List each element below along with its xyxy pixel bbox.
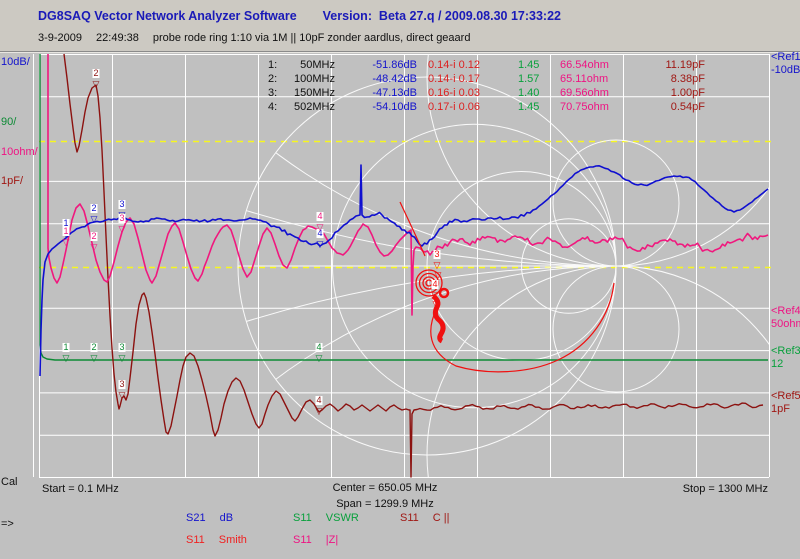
- smith-grid-circle: [427, 266, 800, 559]
- scale-label-c[interactable]: 1pF/: [1, 175, 23, 187]
- legend-format: Smith: [219, 534, 247, 546]
- marker-gamma: 0.17-i 0.06: [428, 101, 480, 113]
- marker-table-row: 2:100MHz-48.42dB0.14-i 0.171.5765.11ohm8…: [0, 73, 800, 86]
- ref5-value: 1pF: [771, 403, 790, 415]
- marker-gamma: 0.16-i 0.03: [428, 87, 480, 99]
- start-frequency-label: Start = 0.1 MHz: [42, 483, 119, 495]
- marker-frequency: 50MHz: [273, 59, 335, 71]
- legend-s11-c[interactable]: S11 C ||: [400, 512, 449, 524]
- legend-s11-vswr[interactable]: S11 VSWR: [293, 512, 359, 524]
- marker-capacitance: 1.00pF: [645, 87, 705, 99]
- smith-grid-circle: [553, 266, 679, 392]
- legend-s11-smith[interactable]: S11 Smith: [186, 534, 247, 546]
- legend-s11-z[interactable]: S11 |Z|: [293, 534, 338, 546]
- legend-format: C ||: [433, 512, 450, 524]
- legend-s-param: S11: [293, 534, 312, 546]
- marker-vswr: 1.45: [518, 59, 539, 71]
- prompt-indicator[interactable]: =>: [1, 518, 14, 530]
- marker-vswr: 1.40: [518, 87, 539, 99]
- marker-impedance: 66.54ohm: [560, 59, 609, 71]
- marker-gamma: 0.14-i 0.17: [428, 73, 480, 85]
- s11-smith-circle: [431, 283, 614, 372]
- cal-indicator[interactable]: Cal: [1, 476, 18, 488]
- marker-s21-db: -54.10dB: [350, 101, 417, 113]
- legend-format: dB: [220, 512, 233, 524]
- legend-format: |Z|: [326, 534, 338, 546]
- span-frequency-label: Span = 1299.9 MHz: [305, 498, 465, 510]
- ref4-label[interactable]: <Ref450ohm: [771, 305, 800, 331]
- legend-format: VSWR: [326, 512, 359, 524]
- ref3-value: 12: [771, 358, 783, 370]
- center-frequency-label: Center = 650.05 MHz: [305, 482, 465, 494]
- marker-impedance: 65.11ohm: [560, 73, 608, 85]
- smith-grid-circle: [553, 140, 679, 266]
- ref5-label[interactable]: <Ref51pF: [771, 390, 800, 416]
- stop-frequency-label: Stop = 1300 MHz: [640, 483, 768, 495]
- marker-s21-db: -47.13dB: [350, 87, 417, 99]
- marker-table-row: 1:50MHz-51.86dB0.14-i 0.121.4566.54ohm11…: [0, 59, 800, 72]
- marker-frequency: 100MHz: [273, 73, 335, 85]
- ref4-value: 50ohm: [771, 318, 800, 330]
- marker-table-row: 3:150MHz-47.13dB0.16-i 0.031.4069.56ohm1…: [0, 87, 800, 100]
- marker-vswr: 1.57: [518, 73, 539, 85]
- marker-frequency: 502MHz: [273, 101, 335, 113]
- ref3-name: <Ref3: [771, 345, 800, 357]
- marker-frequency: 150MHz: [273, 87, 335, 99]
- scale-label-phase[interactable]: 90/: [1, 116, 16, 128]
- marker-impedance: 70.75ohm: [560, 101, 609, 113]
- legend-s-param: S11: [293, 512, 312, 524]
- ref3-label[interactable]: <Ref312: [771, 345, 800, 371]
- marker-vswr: 1.45: [518, 101, 539, 113]
- marker-s21-db: -48.42dB: [350, 73, 417, 85]
- marker-gamma: 0.14-i 0.12: [428, 59, 480, 71]
- marker-capacitance: 11.19pF: [645, 59, 705, 71]
- ref5-name: <Ref5: [771, 390, 800, 402]
- marker-s21-db: -51.86dB: [350, 59, 417, 71]
- marker-capacitance: 8.38pF: [645, 73, 705, 85]
- smith-grid-circle: [427, 0, 800, 266]
- marker-impedance: 69.56ohm: [560, 87, 609, 99]
- legend-s-param: S11: [186, 534, 205, 546]
- legend-s-param: S21: [186, 512, 206, 524]
- ref4-name: <Ref4: [771, 305, 800, 317]
- legend-s-param: S11: [400, 512, 419, 524]
- scale-label-z[interactable]: 10ohm/: [1, 146, 38, 158]
- marker-table-row: 4:502MHz-54.10dB0.17-i 0.061.4570.75ohm0…: [0, 101, 800, 114]
- vnwa-window: DG8SAQ Vector Network Analyzer SoftwareV…: [0, 0, 800, 559]
- marker-capacitance: 0.54pF: [645, 101, 705, 113]
- legend-s21-db[interactable]: S21 dB: [186, 512, 233, 524]
